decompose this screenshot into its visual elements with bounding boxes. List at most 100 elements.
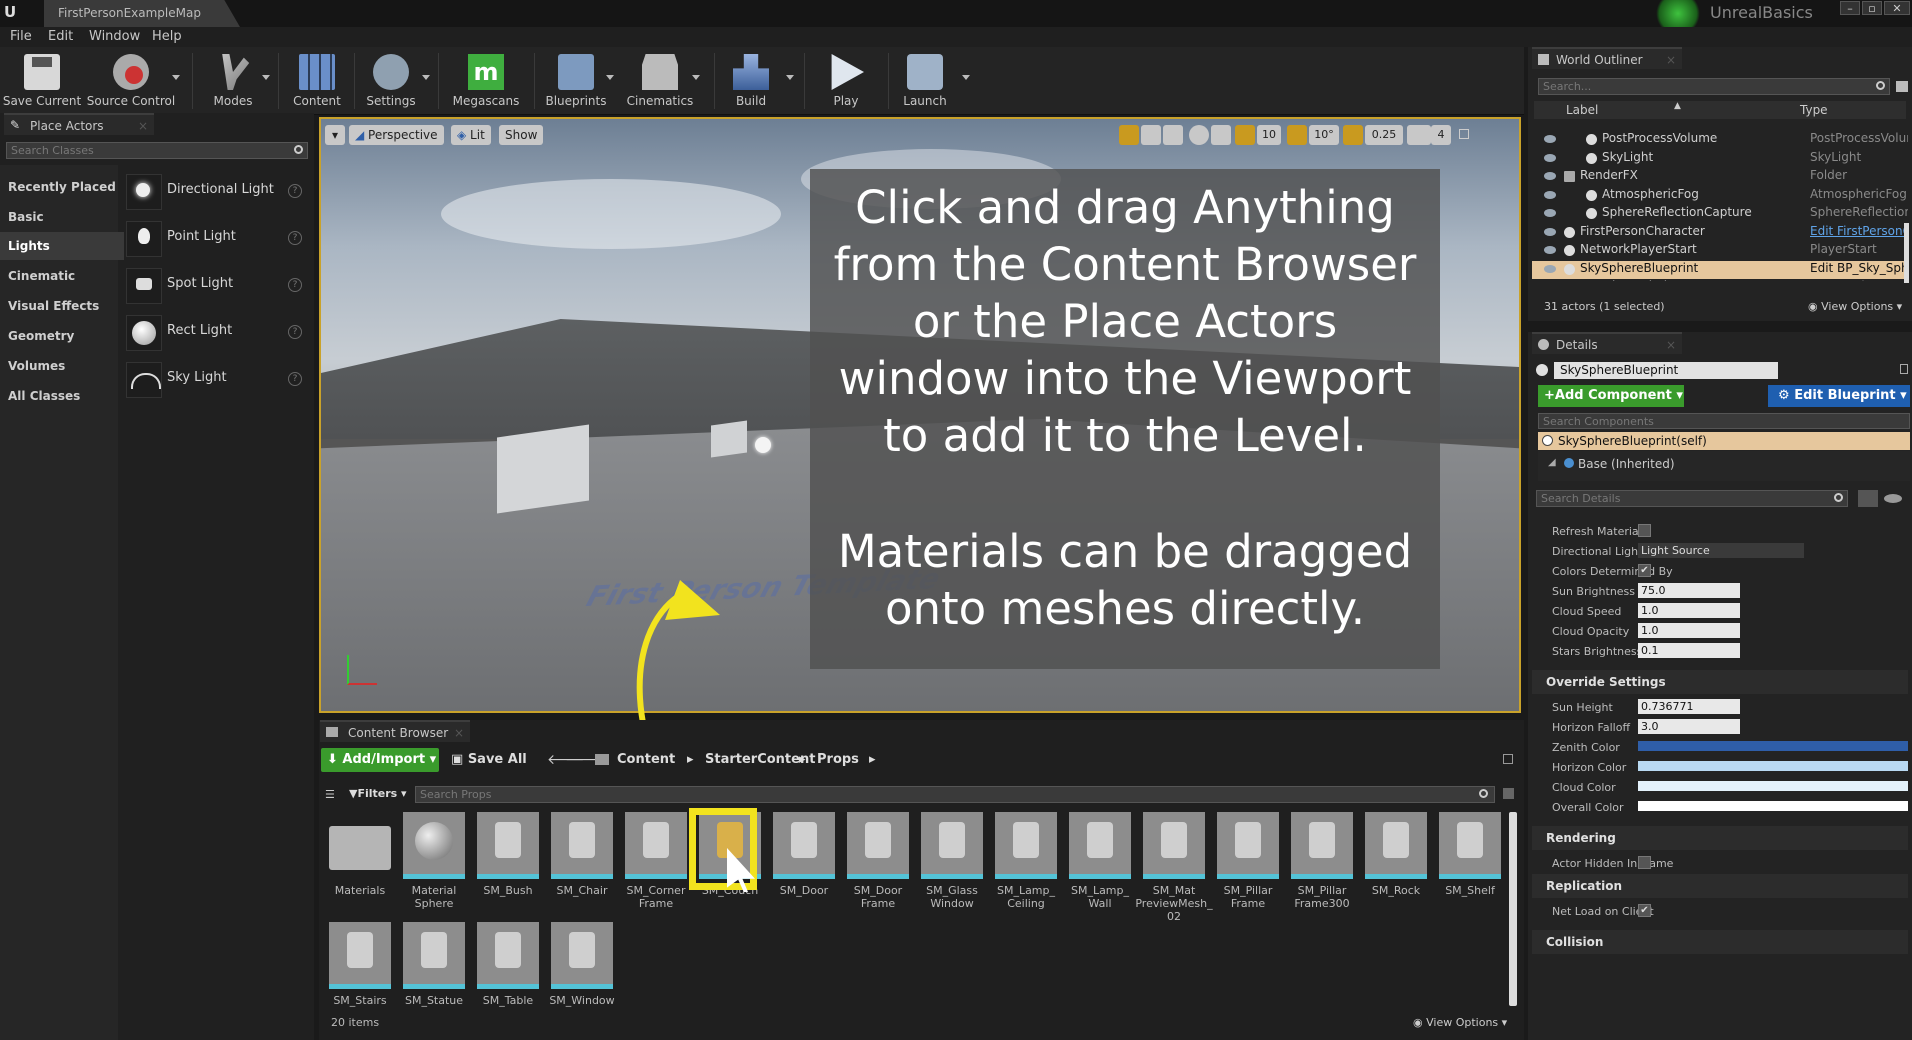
- category-lights[interactable]: Lights: [0, 232, 124, 260]
- color-swatch[interactable]: [1638, 761, 1908, 771]
- visibility-eye-icon[interactable]: [1544, 264, 1556, 273]
- asset-tile[interactable]: SM_Lamp_ Ceiling: [993, 812, 1059, 922]
- category-visual-effects[interactable]: Visual Effects: [0, 292, 124, 320]
- world-local-icon[interactable]: [1189, 125, 1209, 145]
- property-checkbox[interactable]: [1638, 524, 1651, 537]
- category-basic[interactable]: Basic: [0, 203, 124, 231]
- help-icon[interactable]: ?: [288, 372, 302, 386]
- asset-tile[interactable]: Material Sphere: [401, 812, 467, 922]
- asset-tile[interactable]: SM_Mat PreviewMesh_ 02: [1135, 812, 1213, 923]
- breadcrumb-separator-icon[interactable]: ▸: [869, 752, 876, 767]
- outliner-row[interactable]: FirstPersonCharacter Edit FirstPersonC: [1532, 224, 1908, 242]
- search-details-input[interactable]: Search Details: [1536, 490, 1848, 507]
- asset-tile[interactable]: SM_Corner Frame: [623, 812, 689, 922]
- menu-edit[interactable]: Edit: [48, 29, 73, 44]
- close-tab-icon[interactable]: ×: [1666, 338, 1676, 352]
- translate-icon[interactable]: [1119, 125, 1139, 145]
- modes-dropdown[interactable]: [262, 75, 270, 80]
- asset-tile[interactable]: SM_Pillar Frame300: [1289, 812, 1355, 922]
- color-swatch[interactable]: [1638, 781, 1908, 791]
- add-component-button[interactable]: +Add Component ▾: [1538, 385, 1684, 407]
- blueprints-button[interactable]: Blueprints: [540, 50, 612, 112]
- outliner-row[interactable]: SkyLight SkyLight: [1532, 150, 1908, 168]
- perspective-button[interactable]: ◢ Perspective: [349, 125, 444, 145]
- content-browser-tab[interactable]: Content Browser ×: [320, 720, 470, 742]
- filters-button[interactable]: ▼Filters ▾: [349, 787, 407, 800]
- level-viewport[interactable]: First Person Template ▾ ◢ Perspective ◈ …: [319, 117, 1521, 713]
- rotation-snap-icon[interactable]: [1287, 125, 1307, 145]
- outliner-row-type[interactable]: Edit FirstPersonC: [1810, 224, 1908, 238]
- type-column-header[interactable]: Type: [1800, 103, 1828, 117]
- outliner-row-type[interactable]: Edit BP_Sky_Sph: [1810, 261, 1908, 275]
- outliner-row[interactable]: SphereReflectionCapture SphereReflectionC: [1532, 205, 1908, 223]
- edit-blueprint-button[interactable]: ⚙ Edit Blueprint ▾: [1768, 385, 1910, 407]
- property-matrix-icon[interactable]: [1858, 490, 1878, 507]
- visibility-eye-icon[interactable]: [1544, 172, 1556, 180]
- category-volumes[interactable]: Volumes: [0, 352, 124, 380]
- lock-icon[interactable]: [1900, 364, 1908, 374]
- visibility-eye-icon[interactable]: [1544, 227, 1556, 236]
- label-column-header[interactable]: Label: [1566, 103, 1598, 117]
- settings-dropdown[interactable]: [422, 75, 430, 80]
- help-icon[interactable]: ?: [288, 184, 302, 198]
- category-cinematic[interactable]: Cinematic: [0, 262, 124, 290]
- help-icon[interactable]: ?: [288, 278, 302, 292]
- actor-sky-light[interactable]: Sky Light ?: [124, 356, 304, 400]
- build-dropdown[interactable]: [786, 75, 794, 80]
- color-swatch[interactable]: [1638, 801, 1908, 811]
- scale-icon[interactable]: [1163, 125, 1183, 145]
- actor-spot-light[interactable]: Spot Light ?: [124, 262, 304, 306]
- launch-button[interactable]: Launch: [892, 50, 958, 112]
- asset-tile[interactable]: SM_Door: [771, 812, 837, 922]
- maximize-button[interactable]: ▫: [1862, 1, 1882, 15]
- outliner-row[interactable]: NetworkPlayerStart PlayerStart: [1532, 242, 1908, 260]
- category-geometry[interactable]: Geometry: [0, 322, 124, 350]
- asset-scrollbar[interactable]: [1509, 812, 1517, 1006]
- lit-button[interactable]: ◈ Lit: [451, 125, 491, 145]
- actor-directional-light[interactable]: Directional Light ?: [124, 168, 304, 212]
- settings-button[interactable]: Settings: [358, 50, 424, 112]
- color-swatch[interactable]: [1638, 741, 1908, 751]
- add-import-button[interactable]: ⬇ Add/Import ▾: [321, 748, 439, 772]
- eye-icon[interactable]: [1884, 494, 1902, 503]
- menu-file[interactable]: File: [10, 29, 32, 44]
- property-number-input[interactable]: 3.0: [1638, 719, 1740, 734]
- rotate-icon[interactable]: [1141, 125, 1161, 145]
- source-control-button[interactable]: Source Control: [86, 50, 176, 112]
- cinematics-button[interactable]: Cinematics: [620, 50, 700, 112]
- surface-snap-icon[interactable]: [1211, 125, 1231, 145]
- breadcrumb-separator-icon[interactable]: ▸: [799, 752, 806, 767]
- asset-tile[interactable]: SM_Pillar Frame: [1215, 812, 1281, 922]
- visibility-eye-icon[interactable]: [1544, 246, 1556, 254]
- outliner-row[interactable]: RenderFX Folder: [1532, 168, 1908, 186]
- breadcrumb-content[interactable]: Content: [617, 752, 675, 767]
- launch-dropdown[interactable]: [962, 75, 970, 80]
- scale-snap-icon[interactable]: [1343, 125, 1363, 145]
- view-options-button[interactable]: ◉ View Options ▾: [1413, 1016, 1507, 1029]
- asset-tile[interactable]: SM_Bush: [475, 812, 541, 922]
- camera-speed-icon[interactable]: [1407, 125, 1431, 145]
- replication-section[interactable]: Replication: [1532, 874, 1908, 898]
- asset-tile[interactable]: Materials: [327, 812, 393, 922]
- breadcrumb-props[interactable]: Props: [817, 752, 859, 767]
- sources-toggle-icon[interactable]: ☰: [325, 788, 335, 801]
- world-outliner-tab[interactable]: World Outliner ×: [1532, 47, 1682, 69]
- property-number-input[interactable]: 0.736771: [1638, 699, 1740, 714]
- visibility-eye-icon[interactable]: [1544, 190, 1556, 199]
- close-tab-icon[interactable]: ×: [138, 119, 148, 133]
- search-props-input[interactable]: Search Props: [415, 786, 1495, 803]
- outliner-row[interactable]: AtmosphericFog AtmosphericFog: [1532, 187, 1908, 205]
- blueprints-dropdown[interactable]: [606, 75, 614, 80]
- outliner-row[interactable]: TemplateLabel TextRenderActor: [1532, 279, 1908, 281]
- property-checkbox[interactable]: ✔: [1638, 564, 1651, 577]
- help-icon[interactable]: ?: [288, 231, 302, 245]
- visibility-eye-icon[interactable]: [1544, 153, 1556, 162]
- minimize-button[interactable]: –: [1840, 1, 1860, 15]
- create-folder-icon[interactable]: [1896, 81, 1908, 92]
- details-tab[interactable]: Details ×: [1532, 332, 1682, 354]
- asset-tile[interactable]: SM_Door Frame: [845, 812, 911, 922]
- asset-tile[interactable]: SM_Table: [475, 922, 541, 1032]
- close-button[interactable]: ✕: [1884, 1, 1910, 15]
- override-settings-section[interactable]: Override Settings: [1532, 670, 1908, 694]
- actor-rect-light[interactable]: Rect Light ?: [124, 309, 304, 353]
